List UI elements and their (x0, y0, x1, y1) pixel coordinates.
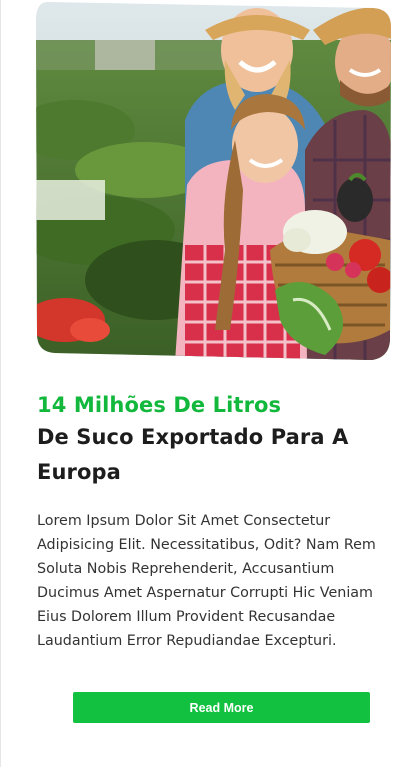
article-card: 14 Milhões De Litros De Suco Exportado P… (0, 0, 416, 767)
card-image (35, 0, 393, 362)
card-border (0, 0, 1, 767)
article-title-highlight: 14 Milhões De Litros (37, 393, 282, 417)
family-garden-photo (36, 1, 391, 360)
article-excerpt: Lorem Ipsum Dolor Sit Amet Consectetur A… (37, 513, 376, 649)
read-more-button[interactable]: Read More (73, 692, 370, 723)
article-title: 14 Milhões De Litros De Suco Exportado P… (37, 390, 382, 490)
article-title-main: De Suco Exportado Para A Europa (37, 425, 349, 484)
